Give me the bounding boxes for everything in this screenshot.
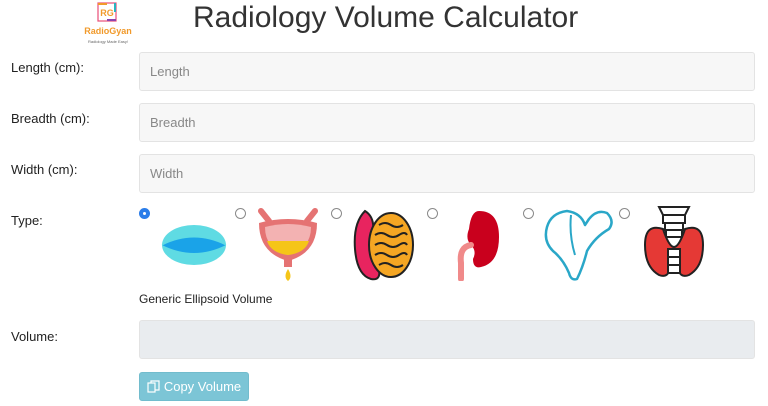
type-option-testis[interactable] — [331, 203, 431, 285]
length-input[interactable] — [139, 52, 755, 91]
kidney-icon — [457, 211, 499, 281]
breadth-label: Breadth (cm): — [11, 111, 90, 126]
width-input[interactable] — [139, 154, 755, 193]
type-radio-testis[interactable] — [331, 208, 342, 219]
type-option-pancreas[interactable] — [523, 203, 623, 285]
type-label: Type: — [11, 213, 43, 228]
testis-icon — [353, 209, 414, 281]
radiogyan-logo: RG RadioGyan Radiology Made Easy! — [82, 2, 134, 48]
copy-volume-button[interactable]: Copy Volume — [139, 372, 249, 401]
selected-type-name: Generic Ellipsoid Volume — [139, 292, 273, 306]
type-option-bladder[interactable] — [235, 203, 335, 285]
type-radio-ellipsoid[interactable] — [139, 208, 150, 219]
type-options — [139, 203, 759, 285]
logo-name: RadioGyan — [84, 26, 132, 36]
pancreas-icon — [544, 209, 613, 281]
type-radio-bladder[interactable] — [235, 208, 246, 219]
type-radio-pancreas[interactable] — [523, 208, 534, 219]
logo-tagline: Radiology Made Easy! — [87, 39, 129, 44]
thyroid-icon — [643, 206, 705, 277]
length-label: Length (cm): — [11, 60, 84, 75]
type-radio-thyroid[interactable] — [619, 208, 630, 219]
page-title: Radiology Volume Calculator — [193, 1, 579, 34]
bladder-icon — [258, 208, 318, 281]
volume-label: Volume: — [11, 329, 58, 344]
width-label: Width (cm): — [11, 162, 78, 177]
ellipsoid-icon — [161, 225, 227, 265]
copy-volume-label: Copy Volume — [163, 379, 242, 394]
logo-initials: RG — [100, 8, 114, 18]
type-option-kidney[interactable] — [427, 203, 527, 285]
volume-output — [139, 320, 755, 359]
type-option-thyroid[interactable] — [619, 203, 719, 285]
copy-icon — [147, 380, 160, 393]
volume-calculator-page: RG RadioGyan Radiology Made Easy! Radiol… — [0, 0, 768, 406]
breadth-input[interactable] — [139, 103, 755, 142]
type-radio-kidney[interactable] — [427, 208, 438, 219]
logo-mark-icon: RG — [97, 2, 117, 22]
type-option-ellipsoid[interactable] — [139, 203, 239, 285]
